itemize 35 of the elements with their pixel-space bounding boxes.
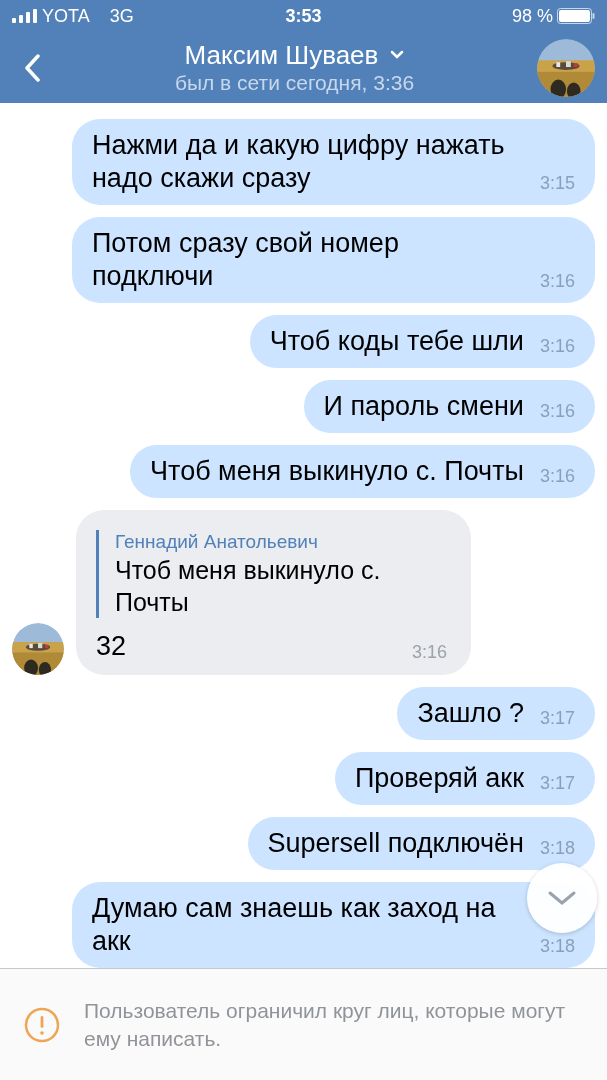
message-text: Думаю сам знаешь как заход на акк (91, 892, 497, 958)
message-text: И пароль смени (323, 390, 524, 423)
message-time: 3:16 (539, 400, 575, 422)
message-text: Чтоб коды тебе шли (269, 325, 524, 358)
message-time: 3:16 (539, 465, 575, 487)
message-time: 3:18 (539, 935, 575, 957)
signal-icon (12, 9, 38, 23)
message-time: 3:16 (411, 641, 447, 663)
last-seen: был в сети сегодня, 3:36 (174, 69, 415, 96)
battery-percent: 98 % (511, 4, 553, 28)
quote-text: Чтоб меня выкинуло с. Почты (115, 555, 382, 618)
message-time: 3:16 (539, 270, 575, 292)
quote-author: Геннадий Анатольевич (115, 530, 319, 554)
clock: 3:53 (285, 4, 322, 28)
battery-icon (557, 8, 595, 24)
notice-text: Пользователь ограничил круг лиц, которые могут ему написать. (84, 997, 567, 1052)
message-time: 3:16 (539, 335, 575, 357)
contact-name[interactable]: Максим Шуваев (184, 39, 379, 70)
message-time: 3:17 (539, 707, 575, 729)
message-text: Проверяй акк (354, 762, 524, 795)
message-text: Supersell подключён (267, 827, 524, 860)
carrier: YOTA (42, 4, 90, 28)
message-text: Чтоб меня выкинуло с. Почты (150, 455, 524, 488)
message-text: Нажми да и какую цифру нажать надо скажи сразу (91, 129, 506, 195)
back-icon (24, 53, 40, 82)
network-type: 3G (109, 4, 134, 28)
message-text: Зашло ? (417, 697, 524, 730)
message-time: 3:15 (539, 172, 575, 194)
chevron-down-icon (547, 890, 577, 906)
message-time: 3:17 (539, 772, 575, 794)
message-text: Потом сразу свой номер подключи (91, 227, 400, 293)
warning-icon (24, 1006, 60, 1043)
message-text: 32 (96, 630, 127, 663)
chevron-down-icon (390, 50, 405, 59)
message-time: 3:18 (539, 837, 575, 859)
